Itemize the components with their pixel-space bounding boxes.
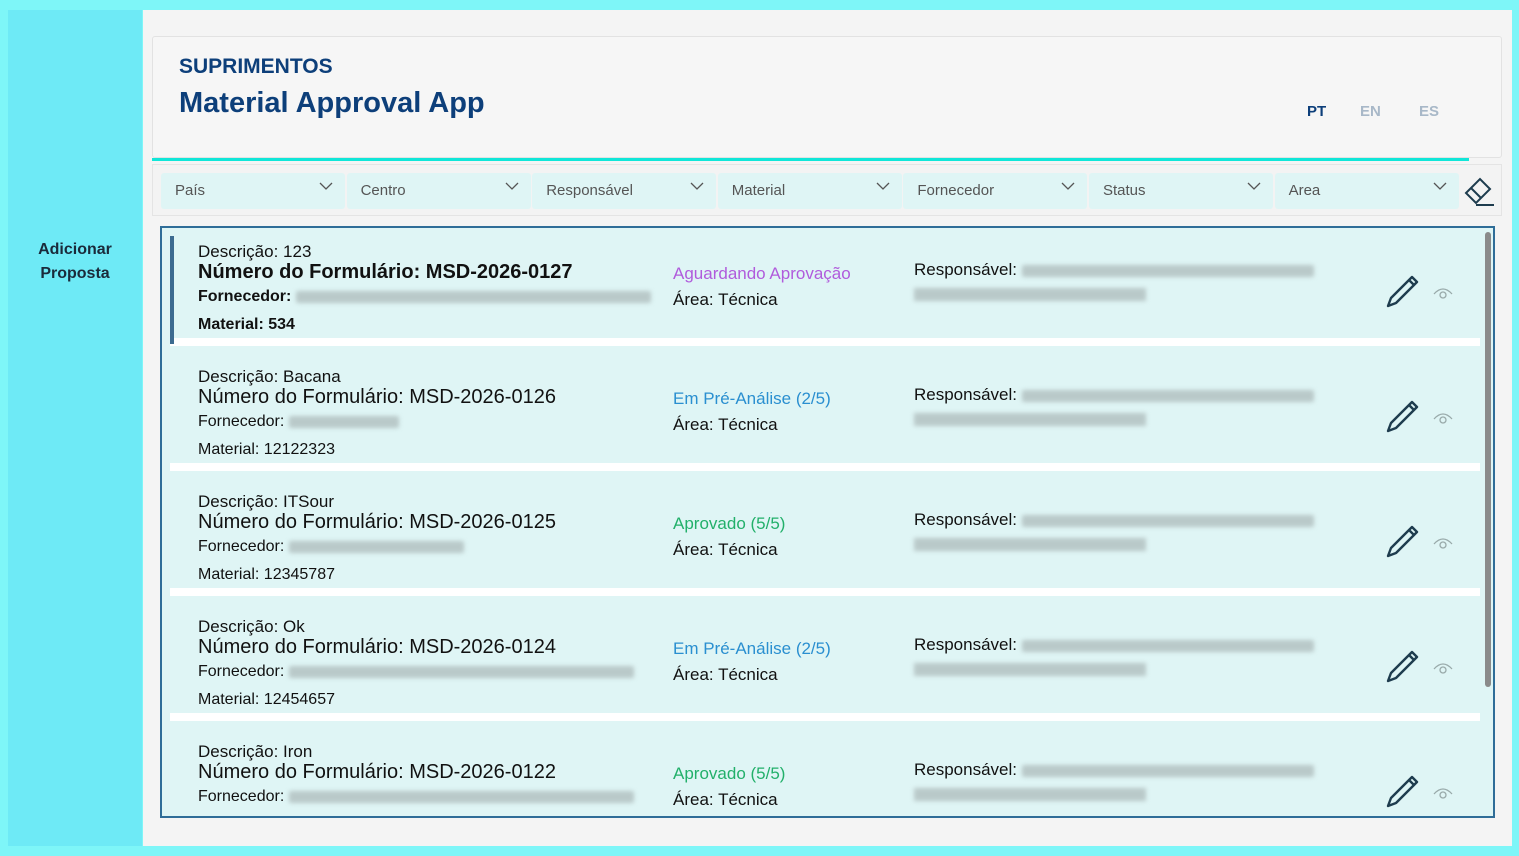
status-badge: Aprovado (5/5) [673,764,786,783]
responsible: Responsável: [914,760,1314,780]
lang-pt[interactable]: PT [1307,103,1326,120]
chevron-down-icon [319,182,333,190]
chevron-down-icon [1061,182,1075,190]
responsible-name-redacted [914,538,1146,551]
edit-pencil-icon[interactable] [1382,272,1422,312]
status-badge: Em Pré-Análise (2/5) [673,389,831,408]
filter-bar: País Centro Responsável Material Fornecedor S… [152,164,1502,216]
filter-label: Material [731,182,786,199]
responsible-name-redacted [914,663,1146,676]
responsible: Responsável: [914,510,1314,530]
status-badge: Aguardando Aprovação [673,264,851,283]
page-title: Material Approval App [179,87,485,119]
sidebar: Adicionar Proposta [8,10,142,846]
filter-6-dropdown[interactable]: Area [1274,173,1459,209]
status-badge: Em Pré-Análise (2/5) [673,639,831,658]
description: Descrição: Bacana [198,367,341,386]
edit-pencil-icon[interactable] [1382,522,1422,562]
filter-3-dropdown[interactable]: Material [717,173,902,209]
list-item[interactable]: Descrição: Ok Número do Formulário: MSD-2… [170,611,1480,721]
supplier: Fornecedor: [198,538,464,556]
material: Material: 12454657 [198,691,335,708]
header: SUPRIMENTOS Material Approval App PT EN … [152,36,1502,158]
description: Descrição: Iron [198,742,313,761]
view-eye-icon[interactable] [1432,409,1454,427]
responsible-name-redacted [914,288,1146,301]
supplier: Fornecedor: [198,663,634,681]
responsible: Responsável: [914,260,1314,280]
add-proposal-button[interactable]: Adicionar Proposta [8,238,142,286]
area: Área: Técnica [673,290,778,309]
supplier: Fornecedor: [198,288,651,306]
filter-2-dropdown[interactable]: Responsável [532,173,717,209]
supplier: Fornecedor: [198,788,634,806]
filter-label: País [175,182,206,199]
filter-label: Responsável [546,182,633,199]
view-eye-icon[interactable] [1432,534,1454,552]
chevron-down-icon [876,182,890,190]
list-item[interactable]: Descrição: 123 Número do Formulário: MSD-… [170,236,1480,346]
material: Material: 12122323 [198,441,335,458]
status-badge: Aprovado (5/5) [673,514,786,533]
view-eye-icon[interactable] [1432,659,1454,677]
main-panel: SUPRIMENTOS Material Approval App PT EN … [143,10,1512,846]
responsible: Responsável: [914,385,1314,405]
area: Área: Técnica [673,540,778,559]
description: Descrição: ITSour [198,492,335,511]
proposal-list: Descrição: 123 Número do Formulário: MSD-… [160,226,1495,818]
responsible: Responsável: [914,635,1314,655]
scrollbar[interactable] [1485,232,1491,687]
filter-label: Status [1103,182,1146,199]
responsible-name-redacted [914,788,1146,801]
edit-pencil-icon[interactable] [1382,772,1422,812]
list-item[interactable]: Descrição: ITSour Número do Formulário: M… [170,486,1480,596]
form-number: Número do Formulário: MSD-2026-0127 [198,261,573,283]
filter-0-dropdown[interactable]: País [161,173,345,209]
form-number: Número do Formulário: MSD-2026-0125 [198,511,556,533]
view-eye-icon[interactable] [1432,284,1454,302]
list-item[interactable]: Descrição: Iron Número do Formulário: MSD… [170,736,1480,816]
filter-5-dropdown[interactable]: Status [1089,173,1273,209]
app-subtitle: SUPRIMENTOS [179,55,333,78]
filter-4-dropdown[interactable]: Fornecedor [903,173,1088,209]
header-divider [152,158,1469,161]
clear-filters-eraser-icon[interactable] [1460,173,1496,209]
chevron-down-icon [1433,182,1447,190]
chevron-down-icon [690,182,704,190]
material: Material: 534 [198,316,295,333]
selected-indicator [170,236,174,344]
filter-label: Area [1288,182,1321,199]
lang-es[interactable]: ES [1419,103,1439,120]
form-number: Número do Formulário: MSD-2026-0124 [198,636,556,658]
filter-label: Fornecedor [917,182,995,199]
filter-1-dropdown[interactable]: Centro [346,173,531,209]
form-number: Número do Formulário: MSD-2026-0122 [198,761,556,783]
chevron-down-icon [505,182,519,190]
material: Material: 12345787 [198,566,335,583]
view-eye-icon[interactable] [1432,784,1454,802]
description: Descrição: Ok [198,617,305,636]
form-number: Número do Formulário: MSD-2026-0126 [198,386,556,408]
area: Área: Técnica [673,665,778,684]
lang-en[interactable]: EN [1360,103,1381,120]
area: Área: Técnica [673,415,778,434]
chevron-down-icon [1247,182,1261,190]
description: Descrição: 123 [198,242,312,261]
filter-label: Centro [360,182,406,199]
edit-pencil-icon[interactable] [1382,397,1422,437]
list-item[interactable]: Descrição: Bacana Número do Formulário: M… [170,361,1480,471]
edit-pencil-icon[interactable] [1382,647,1422,687]
area: Área: Técnica [673,790,778,809]
supplier: Fornecedor: [198,413,399,431]
responsible-name-redacted [914,413,1146,426]
